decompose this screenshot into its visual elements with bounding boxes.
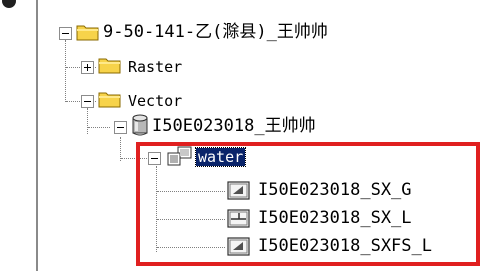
panel-border: [36, 0, 38, 271]
tree-connector: [87, 108, 88, 134]
folder-icon: [98, 89, 122, 113]
folder-icon: [98, 55, 122, 79]
folder-icon: [76, 22, 100, 46]
tree-node-raster-label[interactable]: Raster: [128, 57, 182, 77]
geodatabase-icon: [131, 114, 149, 140]
collapse-toggle[interactable]: [81, 95, 94, 108]
highlight-annotation-box: [136, 142, 480, 266]
collapse-toggle[interactable]: [114, 121, 127, 134]
tree-node-database-label[interactable]: I50E023018_王帅帅: [152, 116, 316, 136]
tree-root-knob: [2, 0, 16, 8]
expand-toggle[interactable]: [81, 61, 94, 74]
catalog-tree: 9-50-141-乙(滁县)_王帅帅 Raster Vector I50E023…: [0, 0, 491, 271]
tree-node-root-label[interactable]: 9-50-141-乙(滁县)_王帅帅: [103, 22, 328, 42]
tree-connector: [65, 40, 66, 102]
tree-connector: [88, 127, 110, 128]
tree-node-vector-label[interactable]: Vector: [128, 91, 182, 111]
collapse-toggle[interactable]: [59, 27, 72, 40]
